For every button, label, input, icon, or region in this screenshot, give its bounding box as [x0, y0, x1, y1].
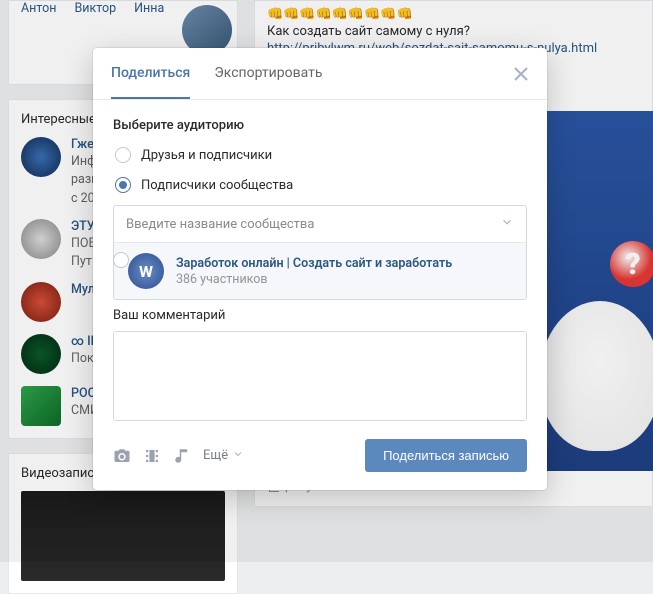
modal-tabs: Поделиться Экспортировать: [111, 48, 322, 99]
radio-extra[interactable]: [112, 252, 129, 268]
attach-row: Ещё: [113, 447, 244, 465]
radio-label: Друзья и подписчики: [141, 148, 272, 163]
modal-footer: Ещё Поделиться записью: [93, 425, 547, 490]
camera-icon[interactable]: [113, 447, 131, 465]
tab-export[interactable]: Экспортировать: [214, 48, 322, 99]
chevron-down-icon: [232, 448, 244, 464]
community-name: Заработок онлайн | Создать сайт и зарабо…: [176, 256, 452, 271]
music-icon[interactable]: [173, 447, 191, 465]
modal-body: Выберите аудиторию Друзья и подписчики П…: [93, 100, 547, 425]
radio-label: Подписчики сообщества: [141, 178, 293, 193]
video-icon[interactable]: [143, 447, 161, 465]
comment-input[interactable]: [113, 331, 527, 421]
community-input[interactable]: Введите название сообщества: [114, 206, 526, 242]
attach-more[interactable]: Ещё: [203, 448, 244, 464]
radio-icon: [115, 147, 131, 163]
radio-icon: [113, 252, 129, 268]
avatar: W: [128, 253, 164, 289]
comment-label: Ваш комментарий: [113, 308, 527, 323]
dropdown-placeholder: Введите название сообщества: [126, 217, 314, 232]
community-members: 386 участников: [176, 272, 452, 287]
radio-friends[interactable]: Друзья и подписчики: [115, 147, 527, 163]
share-modal: Поделиться Экспортировать Выберите аудит…: [93, 48, 547, 490]
modal-header: Поделиться Экспортировать: [93, 48, 547, 100]
close-icon[interactable]: [509, 62, 533, 86]
audience-title: Выберите аудиторию: [113, 118, 527, 133]
chevron-down-icon: [500, 215, 514, 233]
community-option[interactable]: W Заработок онлайн | Создать сайт и зара…: [114, 242, 526, 299]
radio-icon: [115, 177, 131, 193]
tab-share[interactable]: Поделиться: [111, 48, 190, 99]
share-button[interactable]: Поделиться записью: [365, 439, 527, 472]
community-dropdown-wrap: Введите название сообщества W Заработок …: [113, 205, 527, 300]
community-dropdown: Введите название сообщества W Заработок …: [113, 205, 527, 300]
radio-community[interactable]: Подписчики сообщества: [115, 177, 527, 193]
